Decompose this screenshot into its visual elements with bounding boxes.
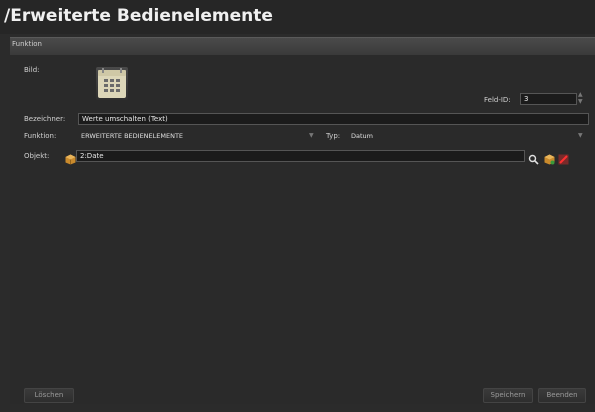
typ-chevron-down-icon[interactable]: ▼: [578, 132, 583, 139]
feld-id-label: Feld-ID:: [484, 96, 511, 104]
feld-id-stepper[interactable]: ▲ ▼: [578, 91, 583, 105]
page-title: /Erweiterte Bedienelemente: [4, 6, 273, 26]
form-panel: [10, 55, 595, 404]
package-select-icon[interactable]: [544, 150, 555, 165]
title-bar: /Erweiterte Bedienelemente: [0, 0, 595, 34]
funktion-chevron-down-icon[interactable]: ▼: [309, 132, 314, 139]
objekt-field[interactable]: 2:Date: [76, 150, 525, 162]
objekt-label: Objekt:: [24, 152, 50, 160]
section-label: Funktion: [12, 40, 42, 48]
section-header: [10, 37, 595, 55]
bezeichner-label: Bezeichner:: [24, 115, 66, 123]
calendar-icon[interactable]: [96, 67, 128, 100]
package-icon: [65, 150, 76, 165]
beenden-button[interactable]: Beenden: [538, 388, 586, 403]
funktion-label: Funktion:: [24, 132, 57, 140]
funktion-select[interactable]: ERWEITERTE BEDIENELEMENTE: [81, 131, 311, 141]
typ-select[interactable]: Datum: [351, 131, 576, 141]
search-icon[interactable]: [528, 150, 539, 165]
typ-label: Typ:: [326, 132, 341, 140]
feld-id-field[interactable]: 3: [520, 93, 577, 105]
loeschen-button[interactable]: Löschen: [24, 388, 74, 403]
speichern-button[interactable]: Speichern: [483, 388, 533, 403]
remove-icon[interactable]: [558, 150, 569, 165]
bezeichner-field[interactable]: Werte umschalten (Text): [78, 113, 589, 125]
bild-label: Bild:: [24, 66, 40, 74]
calendar-icon-graphic: [98, 68, 126, 98]
